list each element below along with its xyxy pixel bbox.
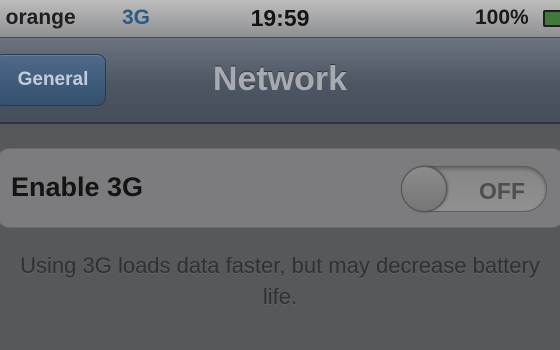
enable-3g-cell: Enable 3G OFF <box>0 148 560 228</box>
enable-3g-description: Using 3G loads data faster, but may decr… <box>20 253 540 309</box>
settings-screen: . orange 3G 19:59 100% General Network E… <box>0 0 560 350</box>
navigation-bar: General Network <box>0 38 560 124</box>
toggle-state-label: OFF <box>479 178 525 204</box>
toggle-knob[interactable] <box>401 166 447 212</box>
enable-3g-toggle[interactable]: OFF <box>401 166 547 212</box>
battery-percentage: 100% <box>475 6 529 29</box>
battery-icon <box>543 10 560 27</box>
status-bar: . orange 3G 19:59 100% <box>0 0 560 38</box>
enable-3g-label: Enable 3G <box>11 172 144 202</box>
page-title: Network <box>212 60 348 98</box>
settings-content: Enable 3G OFF Using 3G loads data faster… <box>0 124 560 350</box>
